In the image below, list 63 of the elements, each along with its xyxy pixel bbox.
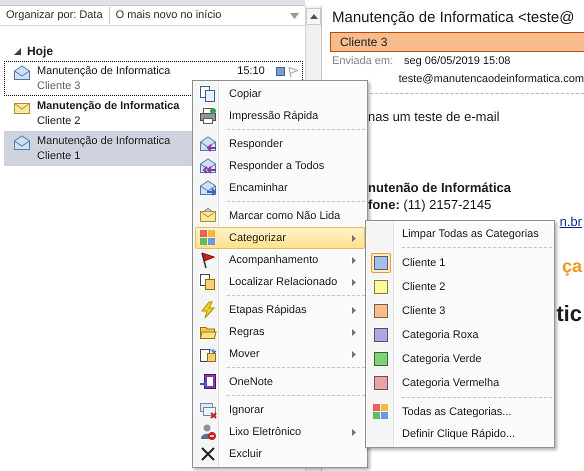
sender-name: Manutenção de Informatica bbox=[37, 64, 170, 79]
menu-item[interactable]: Todas as Categorias... bbox=[368, 401, 552, 423]
envelope-arrow-icon bbox=[199, 135, 217, 153]
pages-icon bbox=[199, 85, 217, 103]
recipient-address: teste@manutencaodeinformatica.com bbox=[398, 72, 584, 87]
email-sender-title: Manutenção de Informatica <teste@ bbox=[331, 8, 576, 28]
menu-item[interactable]: Impressão Rápida bbox=[195, 105, 365, 127]
menu-item[interactable]: Categoria Verde bbox=[368, 347, 552, 371]
message-subject: Cliente 3 bbox=[37, 79, 80, 94]
note-icon bbox=[199, 373, 217, 391]
envelope-icon bbox=[199, 207, 217, 225]
sender-name: Manutenção de Informatica bbox=[37, 99, 180, 114]
menu-item[interactable]: Definir Clique Rápido... bbox=[368, 423, 552, 445]
close-icon bbox=[199, 445, 217, 463]
menu-item[interactable]: Lixo Eletrônico bbox=[195, 421, 365, 443]
sent-label: Enviada em: bbox=[332, 54, 394, 69]
menu-item[interactable]: OneNote bbox=[195, 371, 365, 393]
menu-item[interactable]: Cliente 2 bbox=[368, 275, 552, 299]
menu-item[interactable]: Categorizar bbox=[195, 227, 365, 249]
body-text: fone: (11) 2157-2145 bbox=[367, 196, 492, 213]
body-link[interactable]: n.br bbox=[560, 213, 582, 230]
flag-icon bbox=[199, 251, 217, 269]
menu-item[interactable]: Cliente 3 bbox=[368, 299, 552, 323]
scroll-up-button[interactable] bbox=[306, 8, 321, 25]
documents-icon bbox=[199, 273, 217, 291]
category-label: Cliente 3 bbox=[340, 34, 388, 51]
menu-item[interactable]: Categoria Roxa bbox=[368, 323, 552, 347]
group-header[interactable]: Hoje bbox=[27, 44, 54, 58]
square-icon bbox=[276, 66, 286, 76]
menu-item[interactable]: Limpar Todas as Categorias bbox=[368, 223, 552, 245]
up-arrow-icon bbox=[310, 14, 318, 19]
banner-heading: ça bbox=[562, 255, 582, 278]
message-subject: Cliente 2 bbox=[37, 114, 80, 129]
body-text: nas um teste de e-mail bbox=[367, 108, 501, 125]
menu-item[interactable]: Localizar Relacionado bbox=[195, 271, 365, 293]
color-grid-icon bbox=[372, 403, 390, 421]
envelope-arrow-icon bbox=[199, 157, 217, 175]
sent-date: seg 06/05/2019 15:08 bbox=[404, 54, 510, 69]
menu-item[interactable]: Etapas Rápidas bbox=[195, 299, 365, 321]
sort-label[interactable]: Organizar por: Data bbox=[0, 7, 109, 24]
menu-item[interactable]: Categoria Vermelha bbox=[368, 371, 552, 395]
sort-order-label[interactable]: O mais novo no início bbox=[116, 7, 290, 24]
menu-item[interactable]: Cliente 1 bbox=[368, 251, 552, 275]
envelopes-x-icon bbox=[199, 401, 217, 419]
color-grid-icon bbox=[199, 229, 217, 247]
banner-heading: tic bbox=[556, 300, 582, 328]
envelope-arrow-icon bbox=[199, 179, 217, 197]
person-icon bbox=[199, 423, 217, 441]
menu-item[interactable]: Excluir bbox=[195, 443, 365, 465]
sender-name: Manutenção de Informatica bbox=[37, 134, 170, 149]
menu-item[interactable]: Acompanhamento bbox=[195, 249, 365, 271]
menu-item[interactable]: Marcar como Não Lida bbox=[195, 205, 365, 227]
menu-item[interactable]: Mover bbox=[195, 343, 365, 365]
signature-name: nutenão de Informática bbox=[367, 179, 512, 196]
printer-icon bbox=[199, 107, 217, 125]
menu-item[interactable]: Encaminhar bbox=[195, 177, 365, 199]
flag-outline-icon bbox=[288, 66, 298, 78]
dropdown-icon bbox=[290, 12, 299, 18]
menu-item[interactable]: Regras bbox=[195, 321, 365, 343]
menu-item[interactable]: Ignorar bbox=[195, 399, 365, 421]
message-time: 15:10 bbox=[237, 64, 265, 79]
message-subject: Cliente 1 bbox=[37, 149, 80, 164]
lightning-icon bbox=[199, 301, 217, 319]
